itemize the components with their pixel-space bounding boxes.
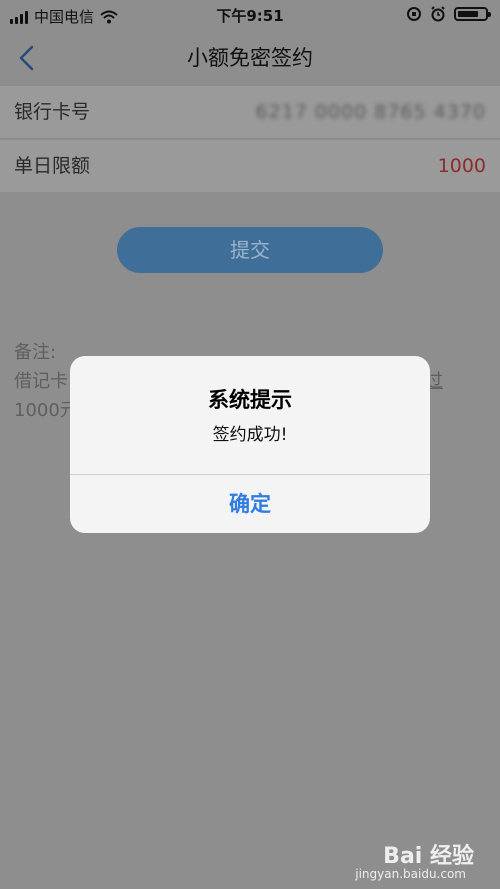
baidu-jingyan-logo: Bai 经验 xyxy=(383,844,474,869)
dialog-title: 系统提示 xyxy=(208,388,292,412)
dialog-message: 签约成功! xyxy=(212,425,288,445)
status-right xyxy=(406,6,491,22)
card-number-row: 银行卡号 6217 0000 8765 4370 xyxy=(0,86,500,139)
confirm-button[interactable]: 确定 xyxy=(70,475,430,533)
nav-bar: 小额免密签约 xyxy=(0,30,500,87)
daily-limit-row[interactable]: 单日限额 1000 xyxy=(0,140,500,192)
chevron-left-icon xyxy=(19,45,34,71)
daily-limit-label: 单日限额 xyxy=(14,155,91,177)
page-title: 小额免密签约 xyxy=(187,46,313,70)
back-button[interactable] xyxy=(8,38,48,78)
card-number-label: 银行卡号 xyxy=(14,101,91,123)
rotation-lock-icon xyxy=(407,7,421,21)
battery-icon xyxy=(454,7,491,21)
status-bar: 中国电信 下午9:51 xyxy=(0,0,500,30)
watermark-url: jingyan.baidu.com xyxy=(355,867,466,881)
submit-button[interactable]: 提交 xyxy=(117,227,383,273)
card-number-value: 6217 0000 8765 4370 xyxy=(255,101,486,123)
daily-limit-value: 1000 xyxy=(437,155,486,177)
alarm-icon xyxy=(431,6,445,22)
alert-dialog: 系统提示 签约成功! 确定 xyxy=(70,356,430,533)
